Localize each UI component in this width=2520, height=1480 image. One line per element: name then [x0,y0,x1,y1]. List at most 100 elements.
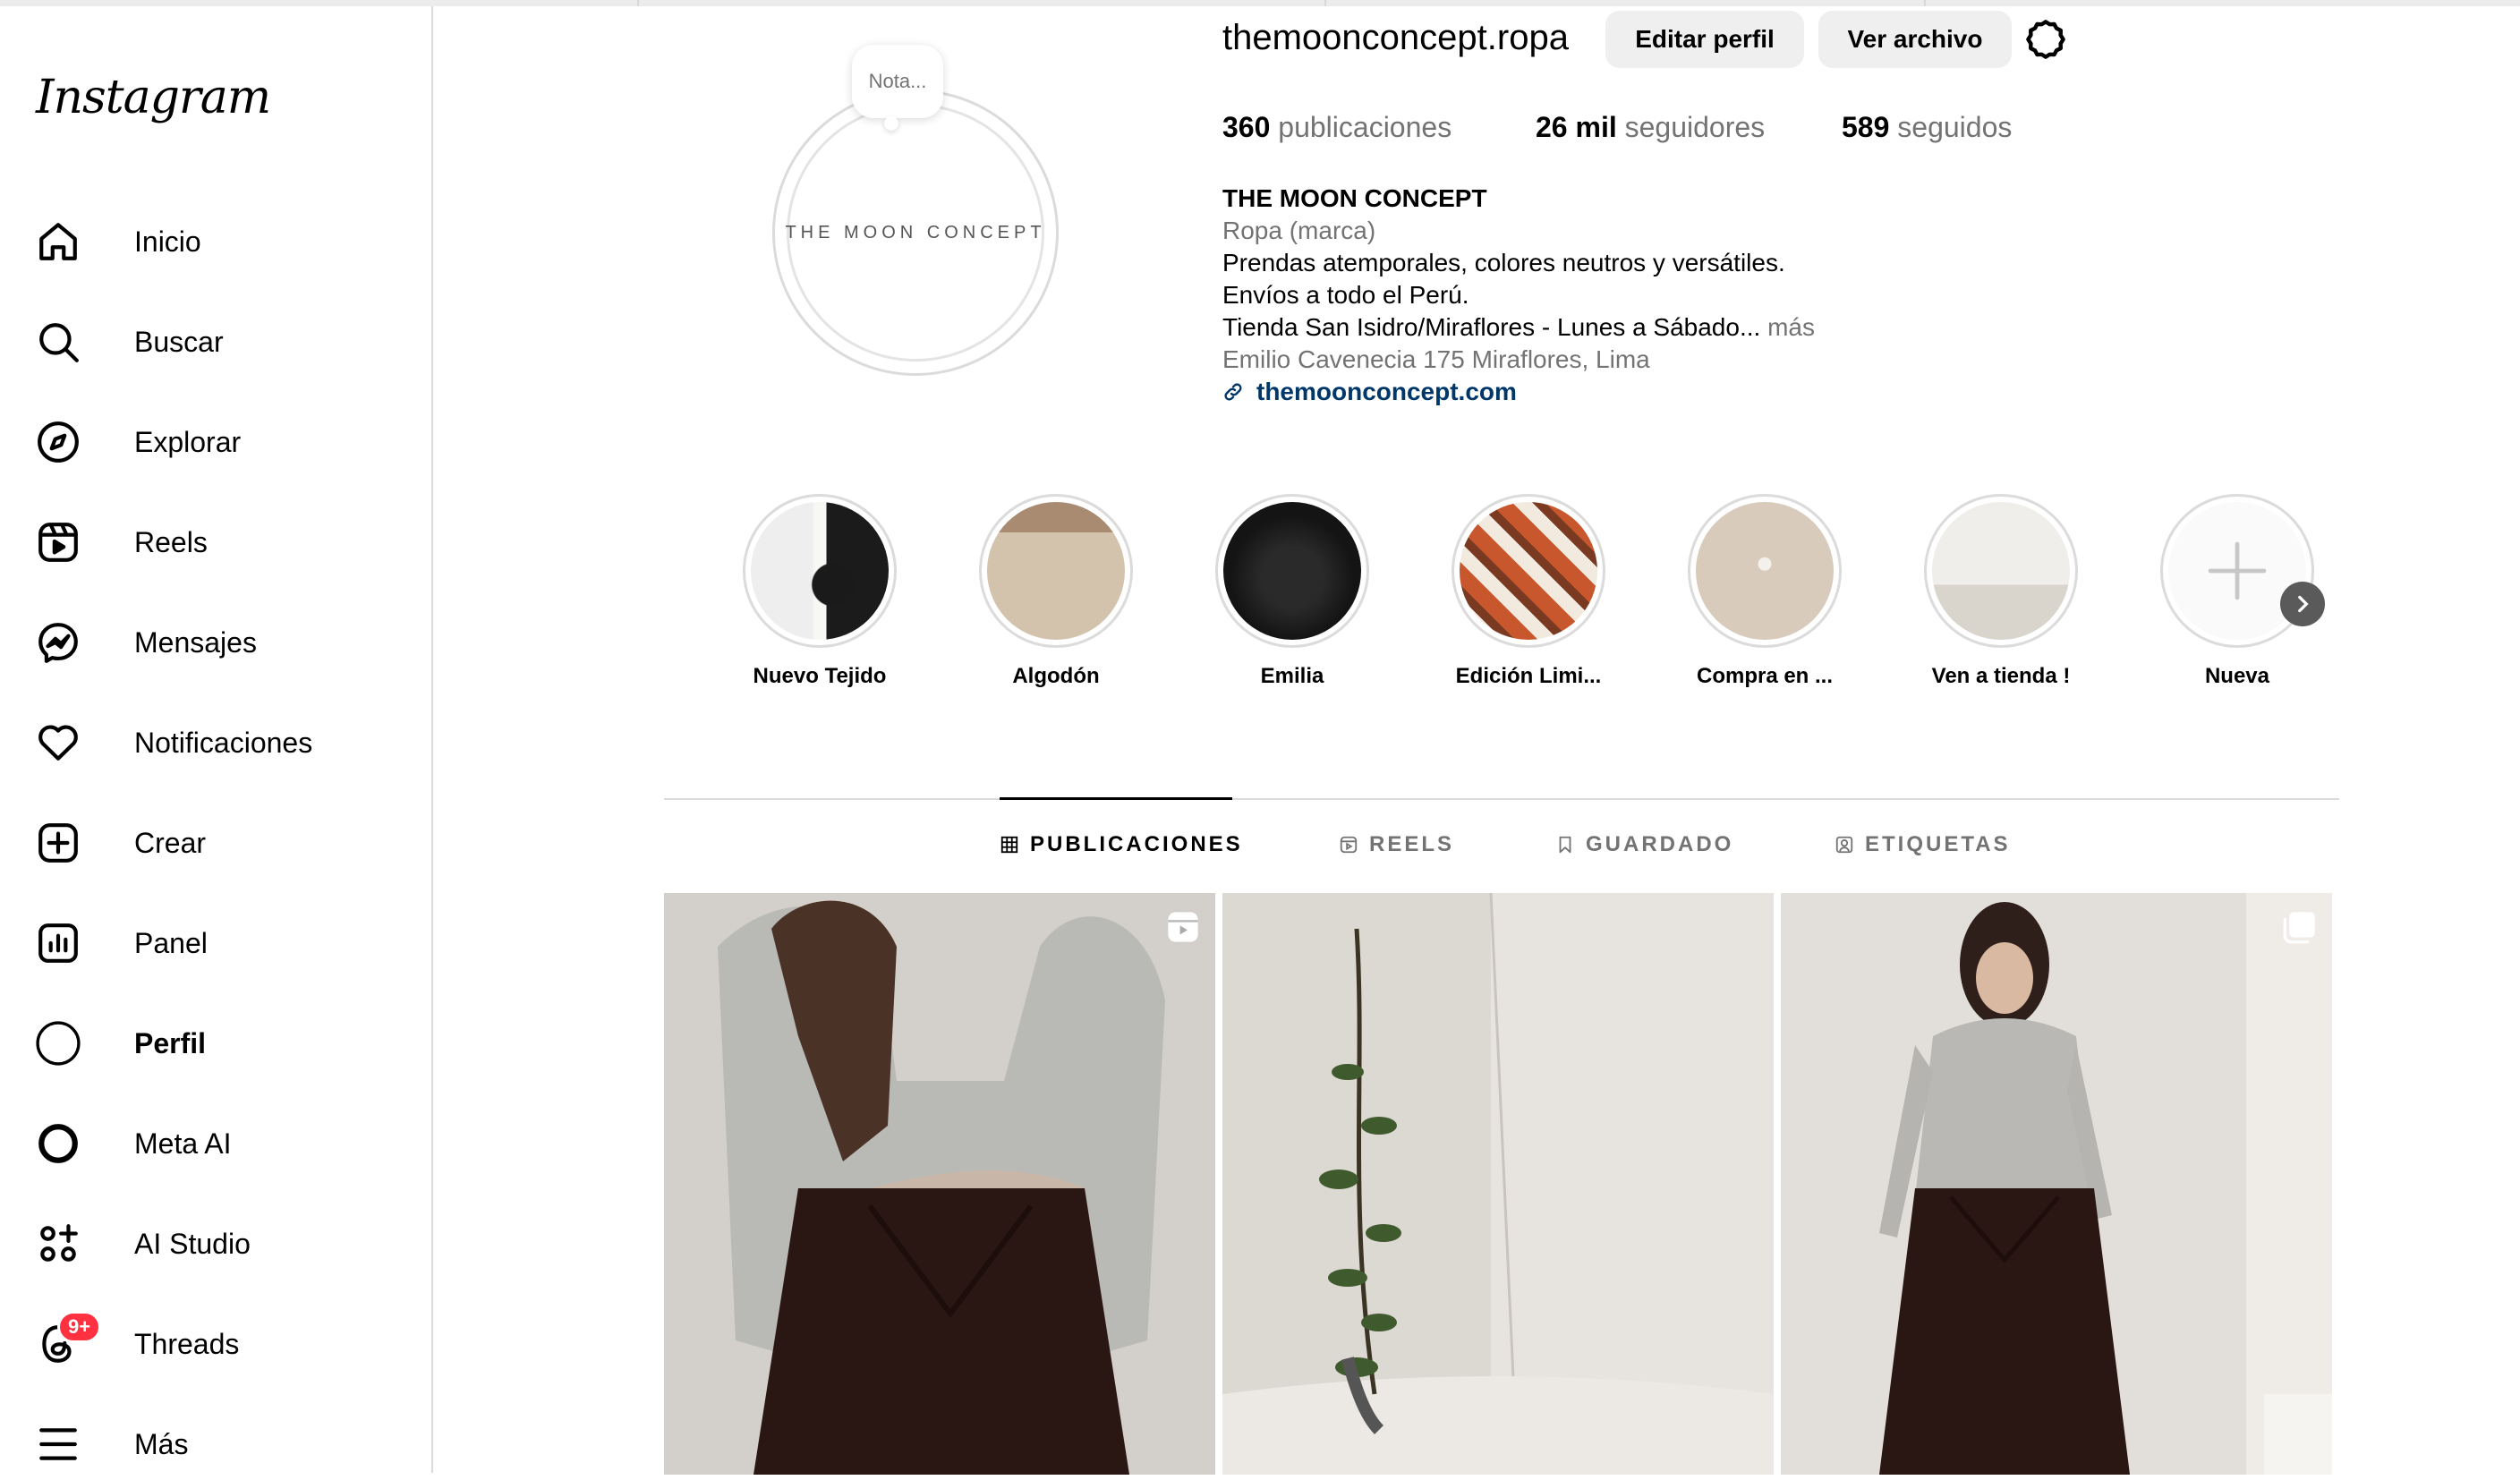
posts-count-stat: 360 publicaciones [1222,111,1452,144]
sidebar-item-label: Crear [134,826,207,859]
highlights-next-button[interactable] [2280,582,2325,626]
reel-badge-icon [1168,912,1198,942]
tab-label: ETIQUETAS [1865,832,2011,856]
post-thumbnail[interactable] [1781,893,2332,1475]
bio-category: Ropa (marca) [1222,217,1376,244]
highlight-item[interactable]: Edición Limi... [1439,494,1618,689]
highlight-label: Emilia [1260,664,1324,688]
chart-icon [30,915,86,971]
instagram-logo[interactable]: Instagram [36,71,271,124]
posts-label: publicaciones [1278,111,1452,143]
sidebar-item-label: Buscar [134,325,224,358]
sidebar-item-ai-studio[interactable]: AI Studio [30,1208,406,1280]
sidebar-item-mensajes[interactable]: Mensajes [30,607,406,678]
post-image [1781,893,2332,1475]
tab-reels[interactable]: REELS [1339,832,1454,857]
sidebar-item-label: Inicio [134,225,201,258]
followers-count: 26 mil [1536,111,1617,143]
profile-avatar[interactable]: THE MOON CONCEPT [785,104,1044,361]
profile-bio: THE MOON CONCEPT Ropa (marca) Prendas at… [1222,183,1815,408]
search-icon [30,314,86,370]
followers-stat[interactable]: 26 mil seguidores [1536,111,1765,144]
highlight-ring [743,494,897,648]
posts-count: 360 [1222,111,1271,143]
tab-label: PUBLICACIONES [1030,832,1243,856]
followers-label: seguidores [1624,111,1766,143]
sidebar-item-explorar[interactable]: Explorar [30,406,406,478]
highlight-label: Ven a tienda ! [1931,664,2071,688]
active-tab-indicator [1000,797,1232,800]
highlight-ring [2160,494,2314,648]
messenger-icon [30,615,86,670]
sidebar-item-label: Más [134,1427,189,1460]
highlight-ring [1215,494,1369,648]
sidebar-item-crear[interactable]: Crear [30,807,406,879]
highlight-cover [1932,502,2070,640]
post-image [1222,893,1774,1475]
view-archive-button[interactable]: Ver archivo [1818,11,2012,68]
bio-line: Envíos a todo el Perú. [1222,281,1469,309]
highlight-cover [987,502,1125,640]
post-thumbnail[interactable] [1222,893,1774,1475]
sidebar-item-notificaciones[interactable]: Notificaciones [30,707,406,778]
highlight-label: Edición Limi... [1455,664,1602,688]
note-bubble-tail [884,116,898,131]
highlight-item[interactable]: Nuevo Tejido [730,494,909,689]
tab-publicaciones[interactable]: PUBLICACIONES [1000,832,1243,857]
sidebar-item-label: Explorar [134,425,242,458]
note-bubble[interactable]: Nota... [852,45,943,118]
highlight-ring [1924,494,2078,648]
sidebar-item-label: Reels [134,525,208,558]
link-icon [1224,383,1242,401]
sidebar-item-mas[interactable]: Más [30,1408,406,1480]
sidebar-item-label: Mensajes [134,625,257,659]
tab-etiquetas[interactable]: ETIQUETAS [1835,832,2011,857]
sidebar-item-buscar[interactable]: Buscar [30,306,406,378]
sidebar-item-label: Notificaciones [134,726,313,759]
settings-gear-icon[interactable] [2024,18,2067,61]
highlight-label: Nueva [2204,664,2270,688]
highlight-item[interactable]: Algodón [966,494,1145,689]
highlight-item[interactable]: Compra en ... [1675,494,1854,689]
profile-username: themoonconcept.ropa [1222,18,1569,57]
bookmark-icon [1559,836,1571,854]
plus-square-icon [30,815,86,871]
highlight-cover [1460,502,1597,640]
highlight-label: Nuevo Tejido [753,664,887,688]
tab-label: REELS [1369,832,1455,856]
bio-website-link[interactable]: themoonconcept.com [1222,376,1815,408]
sidebar-item-label: Panel [134,926,208,959]
highlight-label: Compra en ... [1696,664,1834,688]
following-count: 589 [1842,111,1890,143]
following-label: seguidos [1897,111,2013,143]
compass-icon [30,414,86,470]
tab-guardado[interactable]: GUARDADO [1555,832,1733,857]
sidebar: Instagram Inicio Buscar Explorar Reels M… [0,6,433,1473]
highlight-item[interactable]: Emilia [1203,494,1382,689]
sidebar-item-reels[interactable]: Reels [30,506,406,578]
sidebar-item-label: AI Studio [134,1227,251,1260]
highlight-ring [1452,494,1605,648]
sidebar-item-perfil[interactable]: Perfil [30,1008,406,1079]
highlight-ring [979,494,1133,648]
heart-icon [30,715,86,770]
bio-more-link[interactable]: más [1767,313,1815,341]
avatar-icon [30,1016,86,1071]
tab-label: GUARDADO [1586,832,1734,856]
highlight-item[interactable]: Ven a tienda ! [1911,494,2090,689]
post-thumbnail[interactable] [664,893,1215,1475]
highlight-cover [1696,502,1834,640]
notification-badge: 9+ [57,1311,102,1343]
bio-name: THE MOON CONCEPT [1222,184,1487,212]
sidebar-item-meta-ai[interactable]: Meta AI [30,1108,406,1179]
home-icon [30,214,86,269]
sidebar-item-panel[interactable]: Panel [30,907,406,979]
bio-address[interactable]: Emilio Cavenecia 175 Miraflores, Lima [1222,344,1815,376]
following-stat[interactable]: 589 seguidos [1842,111,2012,144]
highlight-ring [1688,494,1842,648]
edit-profile-button[interactable]: Editar perfil [1605,11,1804,68]
tag-user-icon [1835,836,1853,854]
sidebar-item-inicio[interactable]: Inicio [30,206,406,277]
reels-icon [30,515,86,570]
sidebar-item-threads[interactable]: 9+ Threads [30,1308,406,1380]
